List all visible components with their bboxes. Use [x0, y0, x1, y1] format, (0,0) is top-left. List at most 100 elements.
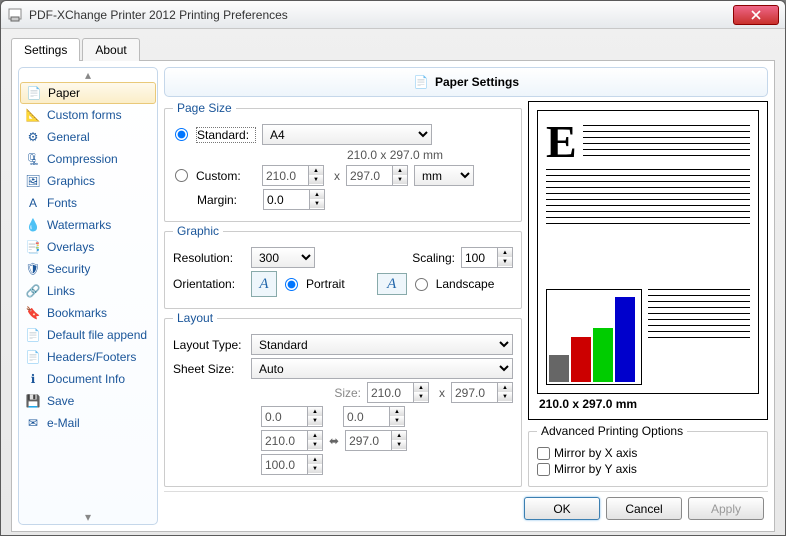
portrait-label: Portrait	[306, 277, 345, 291]
sidebar-icon: 📄	[25, 349, 41, 365]
margin-spin[interactable]: ▲▼	[263, 189, 325, 210]
sidebar-icon: ✉	[25, 415, 41, 431]
scaling-label: Scaling:	[412, 251, 455, 265]
sidebar-icon: 🔗	[25, 283, 41, 299]
sidebar-icon: 📐	[25, 107, 41, 123]
custom-height-spin[interactable]: ▲▼	[346, 165, 408, 186]
size-label: Size:	[173, 386, 361, 400]
preview-letter-icon: E	[546, 119, 577, 165]
titlebar: PDF-XChange Printer 2012 Printing Prefer…	[1, 1, 785, 29]
grid-4-spin: ▲▼	[345, 430, 407, 451]
custom-width-spin[interactable]: ▲▼	[262, 165, 324, 186]
sidebar-item-paper[interactable]: 📄Paper	[20, 82, 156, 104]
sheet-size-select[interactable]: Auto	[251, 358, 513, 379]
sidebar-item-compression[interactable]: 🗜 Compression	[19, 148, 157, 170]
sidebar-item-bookmarks[interactable]: 🔖 Bookmarks	[19, 302, 157, 324]
sidebar-item-fonts[interactable]: AFonts	[19, 192, 157, 214]
standard-select[interactable]: A4	[262, 124, 432, 145]
tab-about[interactable]: About	[82, 38, 139, 61]
grid-3-spin: ▲▼	[261, 430, 323, 451]
mirror-x-checkbox[interactable]	[537, 447, 550, 460]
sidebar-item-e-mail[interactable]: ✉e-Mail	[19, 412, 157, 434]
sidebar-icon: 🗜	[25, 151, 41, 167]
landscape-label: Landscape	[436, 277, 495, 291]
size-w-spin: ▲▼	[367, 382, 429, 403]
landscape-icon: A	[377, 273, 407, 295]
custom-radio[interactable]	[175, 169, 188, 182]
mirror-x-option[interactable]: Mirror by X axis	[537, 446, 759, 460]
sidebar-item-general[interactable]: ⚙ General	[19, 126, 157, 148]
sidebar-item-label: Compression	[47, 152, 118, 166]
landscape-radio[interactable]	[415, 278, 428, 291]
sidebar-item-security[interactable]: 🛡Security	[19, 258, 157, 280]
page-size-legend: Page Size	[173, 101, 236, 115]
sidebar-item-document-info[interactable]: ℹDocument Info	[19, 368, 157, 390]
page-preview: E	[528, 101, 768, 420]
sidebar-item-headers-footers[interactable]: 📄Headers/Footers	[19, 346, 157, 368]
grid-5-spin: ▲▼	[261, 454, 323, 475]
cancel-button[interactable]: Cancel	[606, 497, 682, 520]
advanced-options-group: Advanced Printing Options Mirror by X ax…	[528, 424, 768, 487]
sidebar-scroll-down[interactable]: ▾	[19, 510, 157, 524]
sidebar-item-save[interactable]: 💾 Save	[19, 390, 157, 412]
sidebar-icon: 🔖	[25, 305, 41, 321]
sidebar-item-label: Graphics	[47, 174, 95, 188]
sidebar-icon: 📄	[25, 327, 41, 343]
sidebar-item-label: Save	[47, 394, 74, 408]
unit-select[interactable]: mm	[414, 165, 474, 186]
sidebar-icon: 📑	[25, 239, 41, 255]
sidebar-item-label: General	[47, 130, 90, 144]
layout-type-select[interactable]: Standard	[251, 334, 513, 355]
layout-group: Layout Layout Type: Standard Sheet Size:…	[164, 311, 522, 487]
sidebar-item-watermarks[interactable]: 💧Watermarks	[19, 214, 157, 236]
dialog-window: PDF-XChange Printer 2012 Printing Prefer…	[0, 0, 786, 536]
sidebar-item-label: Bookmarks	[47, 306, 107, 320]
sidebar-item-label: Paper	[48, 86, 80, 100]
preview-dimensions: 210.0 x 297.0 mm	[537, 394, 759, 411]
sidebar-item-label: Links	[47, 284, 75, 298]
window-title: PDF-XChange Printer 2012 Printing Prefer…	[29, 8, 733, 22]
sidebar-item-graphics[interactable]: 🖼 Graphics	[19, 170, 157, 192]
ok-button[interactable]: OK	[524, 497, 600, 520]
grid-2-spin: ▲▼	[343, 406, 405, 427]
size-h-spin: ▲▼	[451, 382, 513, 403]
paper-icon: 📄	[413, 74, 429, 90]
page-size-group: Page Size Standard: A4 210.0 x 297.0 mm …	[164, 101, 522, 222]
sidebar-item-label: Default file append	[47, 328, 147, 342]
sidebar-icon: 💾	[25, 393, 41, 409]
scaling-spin[interactable]: ▲▼	[461, 247, 513, 268]
preview-chart-icon	[546, 289, 642, 385]
sidebar-item-default-file-append[interactable]: 📄 Default file append	[19, 324, 157, 346]
orientation-label: Orientation:	[173, 277, 245, 291]
standard-dims: 210.0 x 297.0 mm	[343, 148, 443, 162]
sidebar-item-links[interactable]: 🔗 Links	[19, 280, 157, 302]
apply-button[interactable]: Apply	[688, 497, 764, 520]
standard-radio[interactable]	[175, 128, 188, 141]
close-button[interactable]	[733, 5, 779, 25]
sidebar-icon: 💧	[25, 217, 41, 233]
sheet-size-label: Sheet Size:	[173, 362, 245, 376]
layout-type-label: Layout Type:	[173, 338, 245, 352]
portrait-radio[interactable]	[285, 278, 298, 291]
sidebar-item-label: Fonts	[47, 196, 77, 210]
resolution-label: Resolution:	[173, 251, 245, 265]
mirror-y-checkbox[interactable]	[537, 463, 550, 476]
sidebar-icon: ⚙	[25, 129, 41, 145]
sidebar-item-label: Document Info	[47, 372, 125, 386]
sidebar-item-overlays[interactable]: 📑Overlays	[19, 236, 157, 258]
sidebar-icon: 🖼	[25, 173, 41, 189]
link-icon[interactable]: ⬌	[329, 434, 339, 448]
sidebar-item-label: Security	[47, 262, 90, 276]
app-icon	[7, 7, 23, 23]
section-header: 📄 Paper Settings	[164, 67, 768, 97]
tab-bar: Settings About	[11, 37, 775, 61]
tab-settings[interactable]: Settings	[11, 38, 80, 61]
resolution-select[interactable]: 300	[251, 247, 315, 268]
sidebar-scroll-up[interactable]: ▴	[19, 68, 157, 82]
section-title: Paper Settings	[435, 75, 519, 89]
sidebar-item-label: Custom forms	[47, 108, 122, 122]
sidebar-item-custom-forms[interactable]: 📐 Custom forms	[19, 104, 157, 126]
dialog-footer: OK Cancel Apply	[164, 491, 768, 525]
mirror-y-option[interactable]: Mirror by Y axis	[537, 462, 759, 476]
layout-legend: Layout	[173, 311, 217, 325]
